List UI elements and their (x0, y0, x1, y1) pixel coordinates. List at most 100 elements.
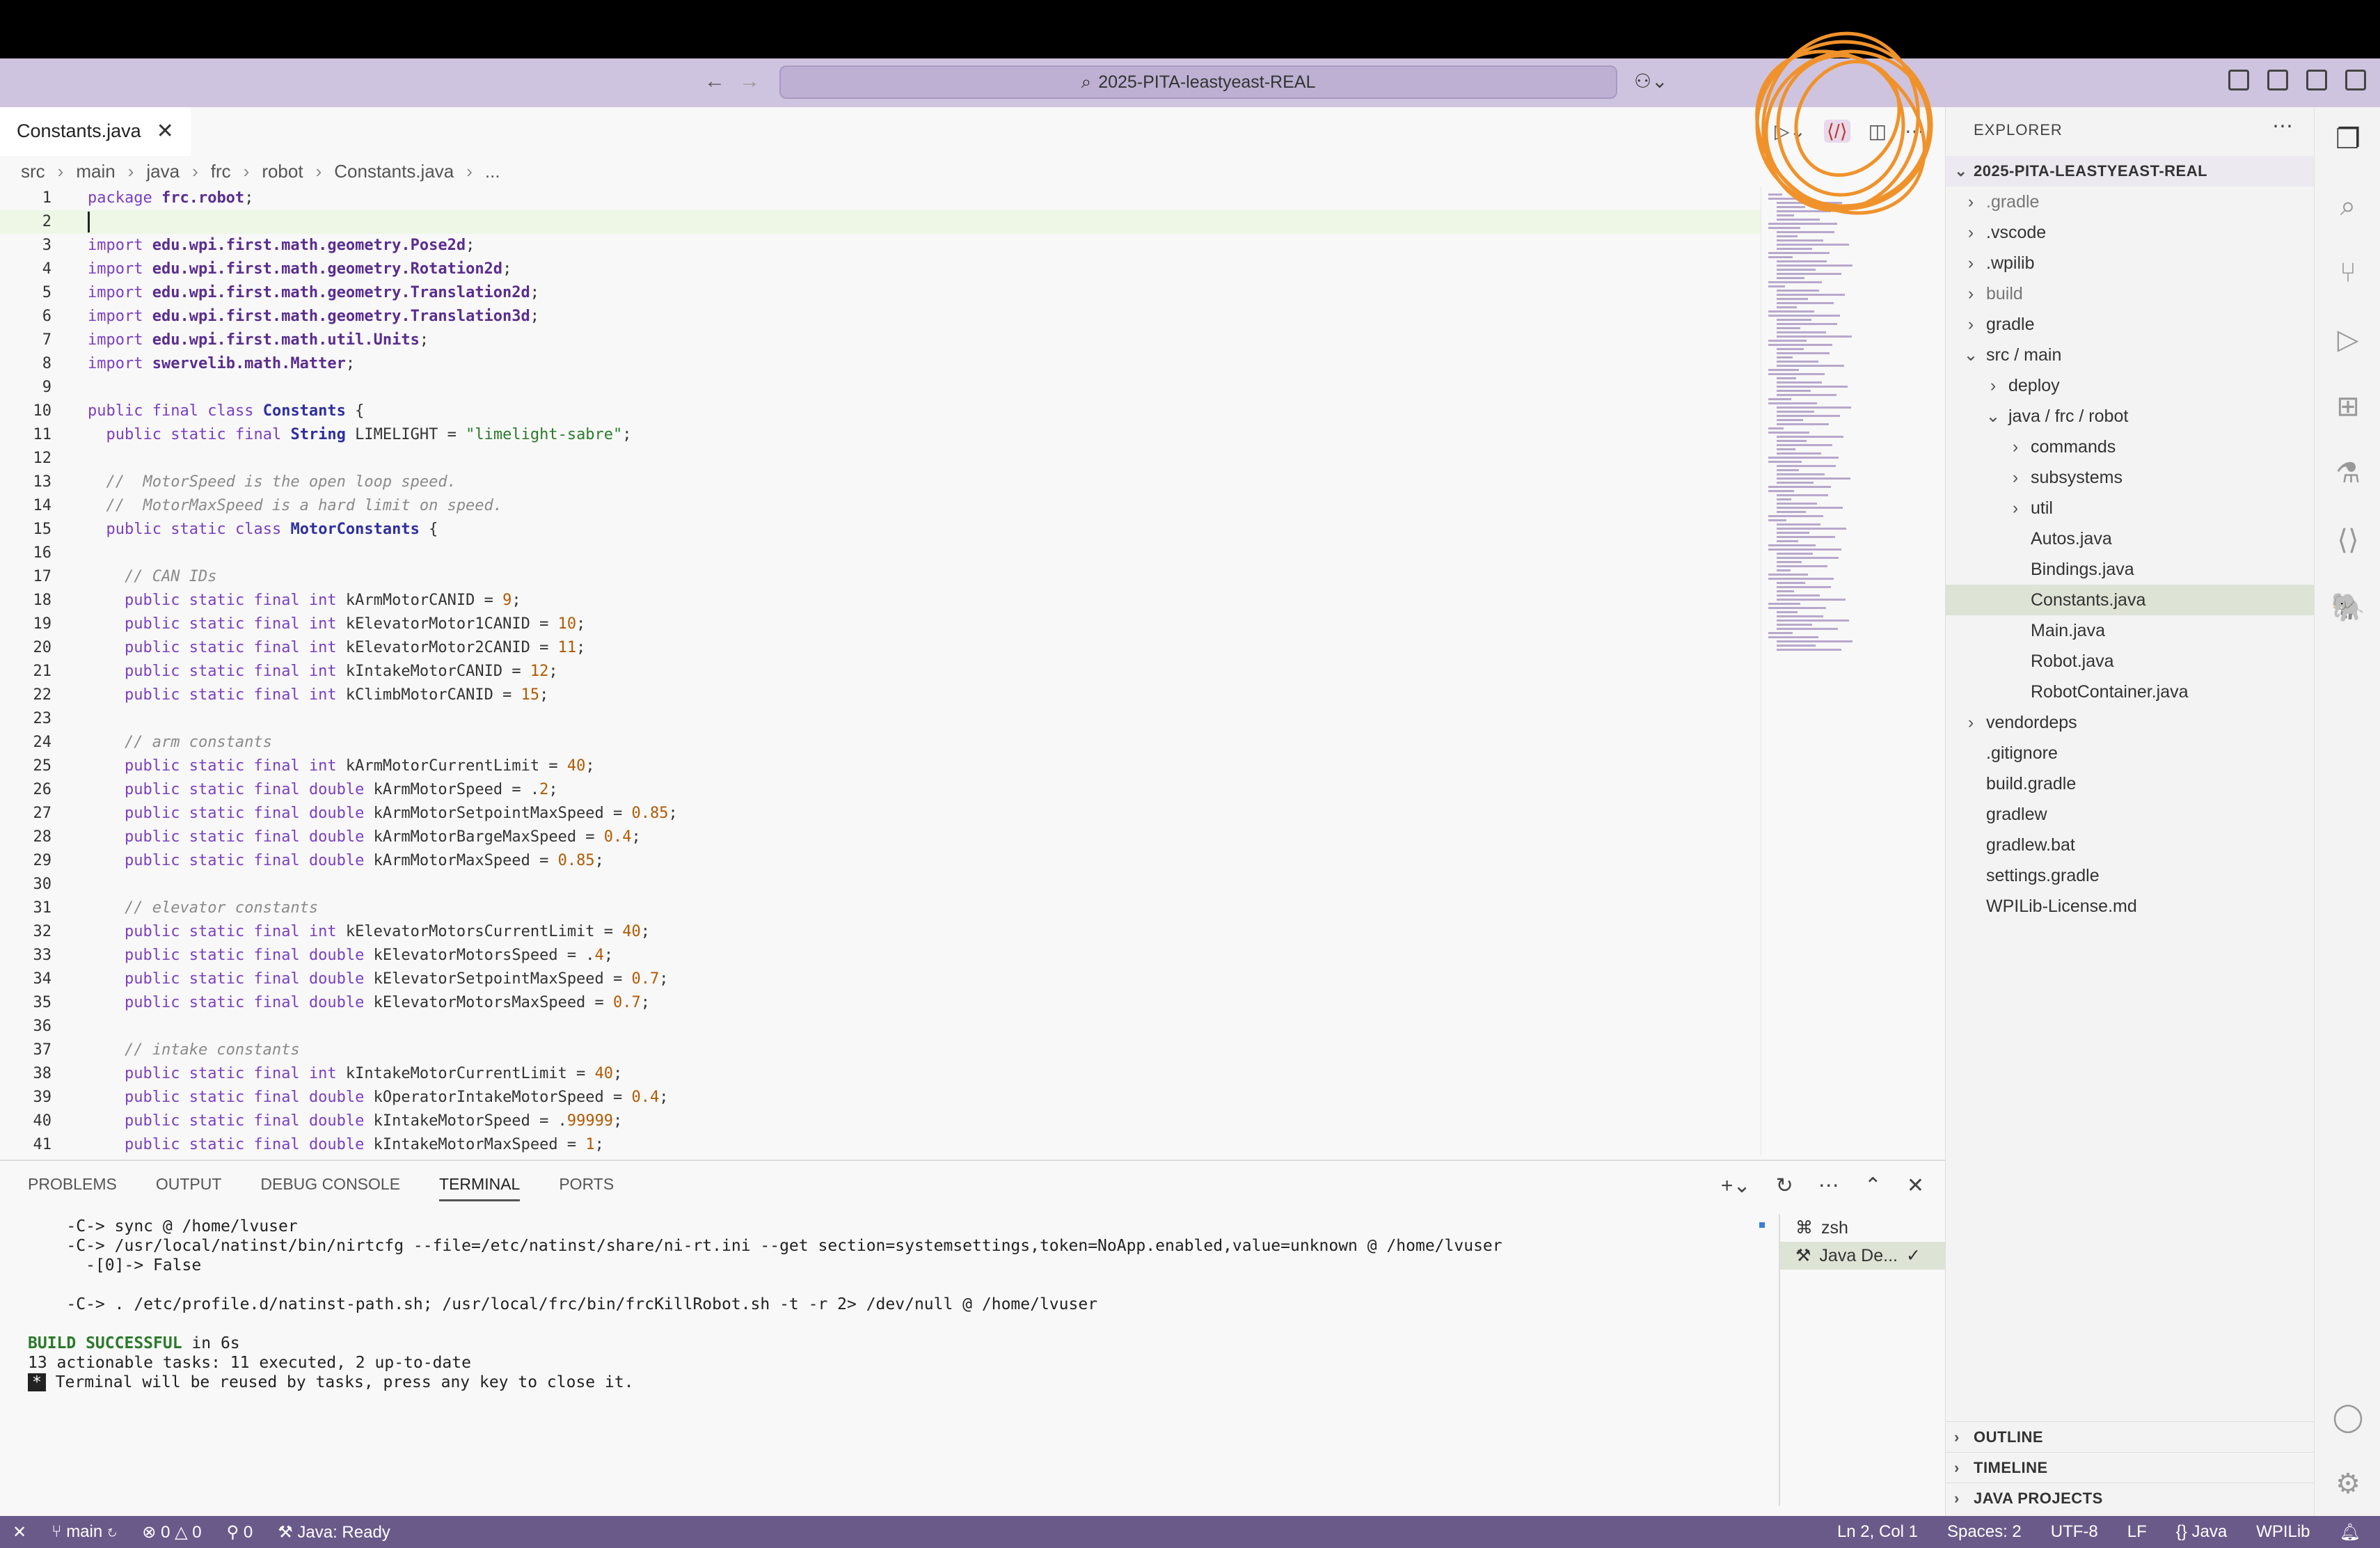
tree-file[interactable]: Autos.java (1946, 523, 2315, 554)
tree-folder[interactable]: ⌄ java / frc / robot (1946, 401, 2315, 432)
tree-folder[interactable]: › .gradle (1946, 187, 2315, 217)
run-debug-icon[interactable]: ▷ (2330, 322, 2366, 358)
ports-indicator[interactable]: ⚲ 0 (227, 1522, 253, 1542)
tree-file[interactable]: gradlew.bat (1946, 830, 2315, 860)
minimap-line (1768, 427, 1784, 429)
toggle-secondary-sidebar-icon[interactable] (2345, 70, 2366, 90)
maximize-panel-icon[interactable]: ⌃ (1864, 1174, 1882, 1198)
indentation[interactable]: Spaces: 2 (1947, 1522, 2022, 1542)
breadcrumb-item[interactable]: main (76, 161, 115, 182)
tab-constants-java[interactable]: Constants.java ✕ (0, 107, 191, 156)
breadcrumb-item[interactable]: frc (211, 161, 231, 182)
search-icon[interactable]: ⌕ (2330, 188, 2366, 224)
testing-icon[interactable]: ⚗ (2330, 455, 2366, 491)
toggle-primary-sidebar-icon[interactable] (2267, 70, 2288, 90)
more-actions-icon[interactable]: ⋯ (1905, 120, 1924, 143)
terminal-icon: ⌘ (1795, 1218, 1813, 1238)
back-arrow-icon[interactable]: ← (704, 70, 725, 93)
gear-icon[interactable]: ⚙ (2330, 1466, 2366, 1502)
breadcrumb-item[interactable]: java (146, 161, 180, 182)
breadcrumb-item[interactable]: robot (262, 161, 303, 182)
tab-ports[interactable]: PORTS (559, 1175, 614, 1201)
breadcrumb-item[interactable]: ... (485, 161, 500, 182)
branch-indicator[interactable]: ⑂ main ↻ (51, 1522, 117, 1542)
breadcrumb-item[interactable]: src (21, 161, 45, 182)
code-icon[interactable]: ⟨/⟩ (1824, 120, 1850, 143)
explorer-root-folder[interactable]: ⌄ 2025-PITA-LEASTYEAST-REAL (1946, 156, 2315, 187)
cursor-position[interactable]: Ln 2, Col 1 (1837, 1522, 1918, 1542)
tree-file[interactable]: Constants.java (1946, 585, 2315, 615)
bell-icon[interactable]: 🔔︎ (2340, 1522, 2361, 1542)
terminal-item[interactable]: ⌘ zsh (1780, 1214, 1945, 1242)
minimap-line (1777, 540, 1798, 542)
tab-problems[interactable]: PROBLEMS (28, 1175, 117, 1201)
more-icon[interactable]: ⋯ (2272, 114, 2293, 139)
close-icon[interactable]: ✕ (157, 119, 174, 143)
code-text: public static final int kIntakeMotorCurr… (124, 1065, 623, 1082)
tree-file[interactable]: Bindings.java (1946, 554, 2315, 585)
account-icon[interactable]: ◯ (2330, 1399, 2366, 1435)
tree-file[interactable]: settings.gradle (1946, 860, 2315, 891)
minimap-line (1768, 490, 1794, 492)
tree-file[interactable]: Robot.java (1946, 646, 2315, 677)
tree-folder[interactable]: › build (1946, 278, 2315, 309)
rerun-icon[interactable]: ↻ (1776, 1174, 1793, 1198)
problems-indicator[interactable]: ⊗ 0 △ 0 (142, 1522, 201, 1542)
split-editor-icon[interactable]: ◫ (1869, 120, 1887, 143)
encoding[interactable]: UTF-8 (2051, 1522, 2098, 1542)
command-center-search[interactable]: ⌕ 2025-PITA-leastyeast-REAL (779, 65, 1617, 99)
run-icon[interactable]: ▷⌄ (1775, 120, 1806, 143)
copilot-icon[interactable]: ⚇⌄ (1634, 70, 1668, 93)
tree-folder[interactable]: › commands (1946, 432, 2315, 462)
minimap-line (1777, 406, 1851, 409)
tree-folder[interactable]: ⌄ src / main (1946, 340, 2315, 370)
minimap[interactable] (1761, 187, 1945, 1155)
chevron-right-icon: › (1954, 1490, 1960, 1507)
minimap-line (1777, 331, 1826, 333)
files-icon[interactable]: ❐ (2330, 121, 2366, 157)
terminal-item[interactable]: ⚒ Java De... ✓ (1780, 1242, 1945, 1270)
tree-folder[interactable]: › vendordeps (1946, 707, 2315, 738)
java-status[interactable]: ⚒ Java: Ready (278, 1522, 390, 1542)
source-control-icon[interactable]: ⑂ (2330, 255, 2366, 291)
tree-file[interactable]: Main.java (1946, 615, 2315, 646)
close-panel-icon[interactable]: ✕ (1907, 1174, 1924, 1198)
terminal-output[interactable]: -C-> sync @ /home/lvuser -C-> /usr/local… (28, 1217, 1754, 1392)
tree-folder[interactable]: › subsystems (1946, 462, 2315, 493)
code-editor[interactable]: 1 package frc.robot; 2 3 import edu.wpi.firs… (0, 187, 1761, 1155)
tree-file[interactable]: .gitignore (1946, 738, 2315, 768)
code-line: 27 public static final double kArmMotorS… (0, 802, 1761, 826)
tree-file[interactable]: build.gradle (1946, 768, 2315, 799)
tab-debug-console[interactable]: DEBUG CONSOLE (260, 1175, 400, 1201)
search-icon: ⌕ (1081, 71, 1092, 92)
tree-item-label: Robot.java (2031, 651, 2114, 671)
section-java-projects[interactable]: › JAVA PROJECTS (1946, 1483, 2315, 1513)
breadcrumb-item[interactable]: Constants.java (334, 161, 454, 182)
tree-file[interactable]: WPILib-License.md (1946, 891, 2315, 922)
line-ending[interactable]: LF (2127, 1522, 2147, 1542)
new-terminal-icon[interactable]: +⌄ (1721, 1174, 1751, 1198)
more-icon[interactable]: ⋯ (1818, 1174, 1839, 1198)
tree-folder[interactable]: › .wpilib (1946, 248, 2315, 278)
minimap-line (1768, 578, 1834, 580)
tree-folder[interactable]: › deploy (1946, 370, 2315, 401)
tab-terminal[interactable]: TERMINAL (439, 1175, 521, 1201)
section-outline[interactable]: › OUTLINE (1946, 1421, 2315, 1452)
extensions-icon[interactable]: ⊞ (2330, 388, 2366, 425)
gradle-icon[interactable]: 🐘 (2330, 589, 2366, 625)
code-icon[interactable]: ⟨⟩ (2330, 522, 2366, 558)
minimap-line (1777, 494, 1828, 496)
language-mode[interactable]: {} Java (2176, 1522, 2227, 1542)
customize-layout-icon[interactable] (2228, 70, 2249, 90)
toggle-panel-icon[interactable] (2306, 70, 2327, 90)
wpilib-status[interactable]: WPILib (2256, 1522, 2310, 1542)
tree-folder[interactable]: › .vscode (1946, 217, 2315, 248)
remote-icon[interactable]: ✕ (13, 1522, 26, 1542)
tree-folder[interactable]: › util (1946, 493, 2315, 523)
forward-arrow-icon[interactable]: → (739, 70, 760, 93)
section-timeline[interactable]: › TIMELINE (1946, 1452, 2315, 1483)
tree-folder[interactable]: › gradle (1946, 309, 2315, 340)
tab-output[interactable]: OUTPUT (156, 1175, 222, 1201)
tree-file[interactable]: gradlew (1946, 799, 2315, 830)
tree-file[interactable]: RobotContainer.java (1946, 677, 2315, 707)
